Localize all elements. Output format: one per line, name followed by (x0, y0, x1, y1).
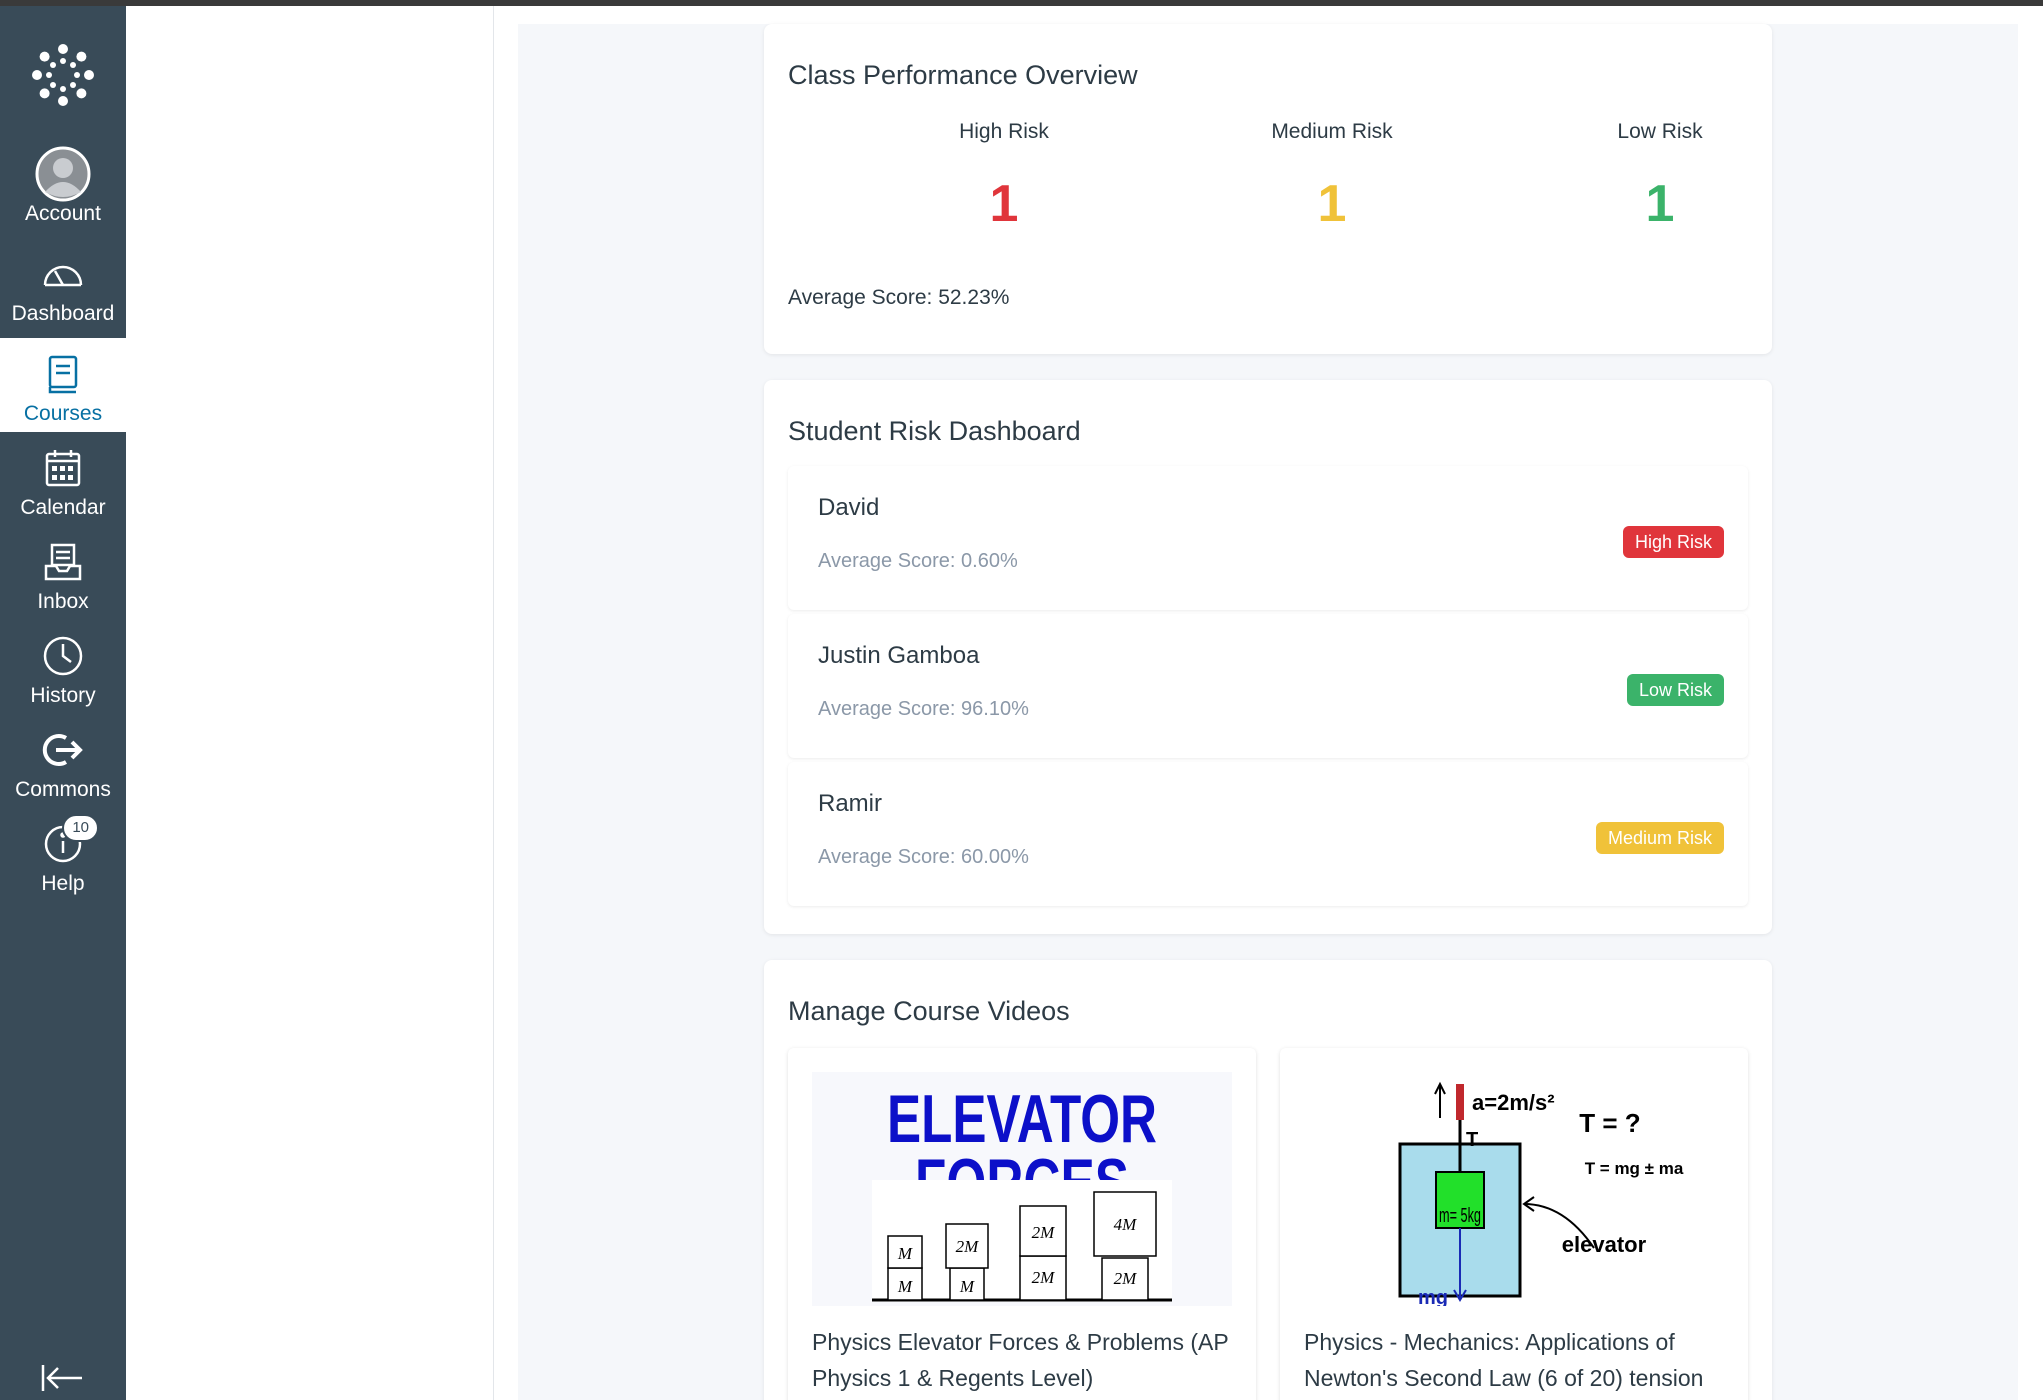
nav-history[interactable]: History (0, 620, 126, 714)
video-thumbnail[interactable]: ELEVATOR FORCES M M 2M M 2M 2M 4M (812, 1072, 1232, 1306)
class-performance-title: Class Performance Overview (788, 60, 1138, 90)
video-title[interactable]: Physics - Mechanics: Applications of New… (1304, 1324, 1734, 1396)
block-label: 2M (1032, 1268, 1056, 1287)
class-average-score: Average Score: 52.23% (788, 286, 1010, 309)
student-row-justin-gamboa[interactable]: Justin Gamboa Average Score: 96.10% Low … (788, 614, 1748, 758)
student-name: Ramir (818, 790, 882, 817)
nav-dashboard-label: Dashboard (11, 302, 115, 325)
student-row-ramir[interactable]: Ramir Average Score: 60.00% Medium Risk (788, 762, 1748, 906)
block-label: 4M (1114, 1215, 1138, 1234)
nav-commons-label: Commons (15, 778, 111, 801)
video-card-elevator-forces[interactable]: ELEVATOR FORCES M M 2M M 2M 2M 4M (788, 1048, 1256, 1400)
nav-history-label: History (30, 684, 96, 707)
video-card-newtons-second-law[interactable]: a=2m/s² T m= 5kg mg T = ? T = mg ± ma el… (1280, 1048, 1748, 1400)
student-name: David (818, 494, 880, 521)
manage-videos-card: Manage Course Videos ELEVATOR FORCES M M (764, 960, 1772, 1400)
medium-risk-count: 1 (1317, 175, 1347, 233)
high-risk-stat: High Risk 1 (854, 120, 1154, 234)
inbox-icon (35, 536, 91, 588)
commons-arrow-icon (35, 724, 91, 776)
nav-calendar[interactable]: Calendar (0, 432, 126, 526)
manage-videos-title: Manage Course Videos (788, 996, 1070, 1026)
video-thumbnail[interactable]: a=2m/s² T m= 5kg mg T = ? T = mg ± ma el… (1304, 1072, 1724, 1309)
window-top-border (0, 0, 2043, 6)
collapse-nav-icon[interactable] (40, 1362, 86, 1394)
help-notification-badge: 10 (62, 814, 99, 842)
nav-dashboard[interactable]: Dashboard (0, 238, 126, 332)
avatar-icon (35, 146, 91, 202)
global-navigation: Account Dashboard Courses Calendar Inbox… (0, 6, 126, 1400)
book-icon (35, 348, 91, 400)
elevator-label: elevator (1562, 1232, 1647, 1257)
nav-help[interactable]: 10 Help (0, 808, 126, 902)
student-score: Average Score: 0.60% (818, 550, 1018, 572)
high-risk-count: 1 (989, 175, 1019, 233)
weight-label: mg (1418, 1287, 1448, 1306)
medium-risk-stat: Medium Risk 1 (1182, 120, 1482, 234)
high-risk-label: High Risk (959, 120, 1049, 143)
nav-calendar-label: Calendar (20, 496, 106, 519)
risk-badge-medium: Medium Risk (1595, 822, 1724, 854)
nav-inbox[interactable]: Inbox (0, 526, 126, 620)
accel-label: a=2m/s² (1472, 1090, 1555, 1115)
help-icon: 10 (35, 814, 99, 870)
nav-courses[interactable]: Courses (0, 338, 126, 432)
nav-courses-label: Courses (23, 402, 103, 425)
nav-help-label: Help (41, 872, 85, 895)
tension-formula: T = mg ± ma (1585, 1159, 1684, 1178)
speedometer-icon (35, 248, 91, 300)
block-label: M (959, 1277, 975, 1296)
student-name: Justin Gamboa (818, 642, 980, 669)
student-row-david[interactable]: David Average Score: 0.60% High Risk (788, 466, 1748, 610)
risk-badge-high: High Risk (1622, 526, 1724, 558)
clock-icon (35, 630, 91, 682)
nav-account[interactable]: Account (0, 138, 126, 232)
mass-label: m= 5kg (1439, 1205, 1481, 1227)
low-risk-count: 1 (1645, 175, 1675, 233)
student-score: Average Score: 96.10% (818, 698, 1029, 720)
risk-badge-low: Low Risk (1626, 674, 1724, 706)
nav-inbox-label: Inbox (37, 590, 89, 613)
block-label: 2M (1032, 1223, 1056, 1242)
student-risk-card: Student Risk Dashboard David Average Sco… (764, 380, 1772, 934)
block-label: 2M (956, 1237, 980, 1256)
low-risk-label: Low Risk (1617, 120, 1703, 143)
class-performance-card: Class Performance Overview High Risk 1 M… (764, 24, 1772, 354)
block-label: M (897, 1244, 913, 1263)
low-risk-stat: Low Risk 1 (1510, 120, 1810, 234)
nav-account-label: Account (25, 202, 101, 225)
video-title[interactable]: Physics Elevator Forces & Problems (AP P… (812, 1324, 1242, 1396)
student-score: Average Score: 60.00% (818, 846, 1029, 868)
medium-risk-label: Medium Risk (1271, 120, 1393, 143)
tension-question: T = ? (1579, 1108, 1640, 1138)
tension-label: T (1466, 1129, 1478, 1151)
left-panel-divider (493, 6, 494, 1400)
block-label: M (897, 1277, 913, 1296)
block-label: 2M (1114, 1269, 1138, 1288)
canvas-logo-icon[interactable] (28, 40, 98, 110)
student-risk-title: Student Risk Dashboard (788, 416, 1081, 446)
calendar-icon (35, 442, 91, 494)
nav-commons[interactable]: Commons (0, 714, 126, 808)
